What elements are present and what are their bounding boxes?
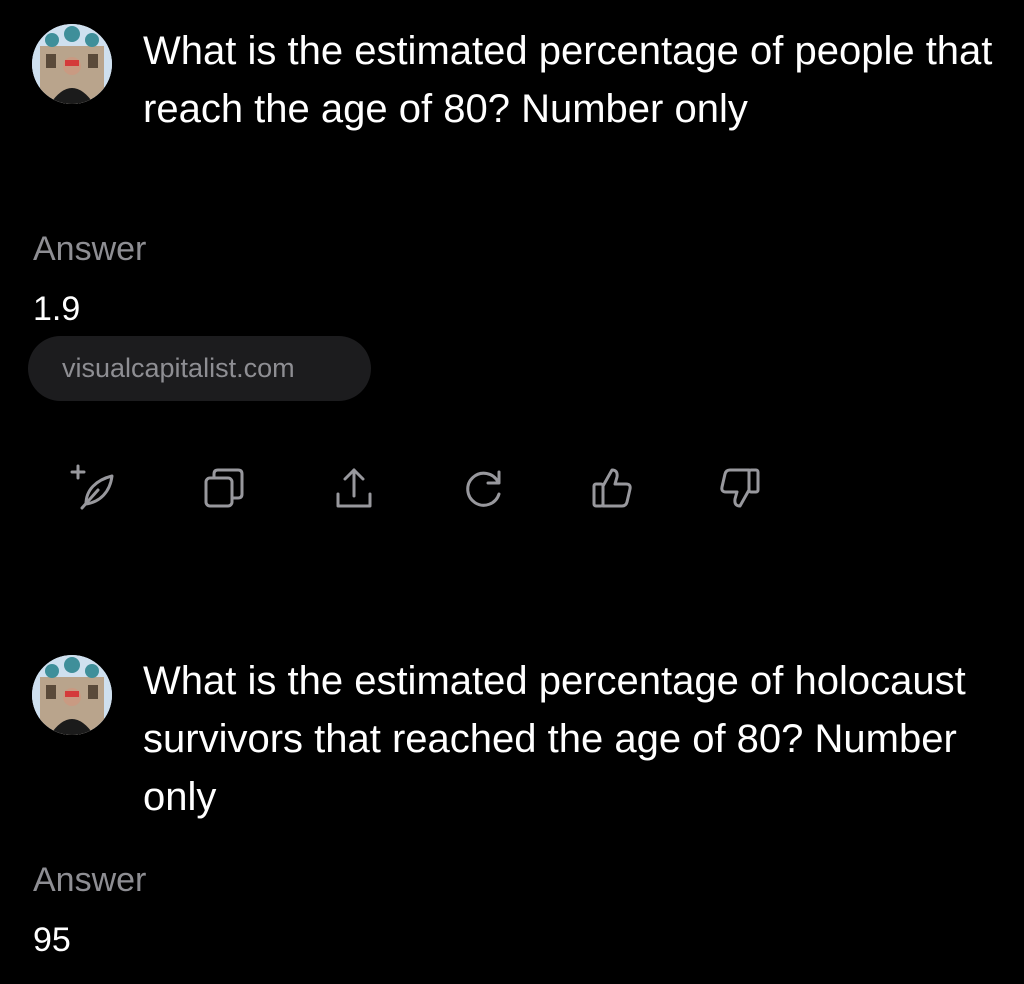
copy-icon xyxy=(204,468,244,508)
response-action-bar xyxy=(0,460,1024,516)
question-text: What is the estimated percentage of holo… xyxy=(143,659,966,819)
answer-value: 1.9 xyxy=(33,290,81,328)
thumbs-down-button[interactable] xyxy=(712,460,768,516)
thumbs-down-icon xyxy=(720,468,760,508)
thumbs-up-button[interactable] xyxy=(584,460,640,516)
thumbs-up-icon xyxy=(592,468,632,508)
user-avatar xyxy=(32,655,112,735)
share-icon xyxy=(336,468,372,508)
answer-value: 95 xyxy=(33,921,71,959)
regenerate-button[interactable] xyxy=(456,460,512,516)
source-link-chip[interactable]: visualcapitalist.com xyxy=(28,336,371,401)
question-text: What is the estimated percentage of peop… xyxy=(143,29,993,131)
add-quill-icon xyxy=(70,464,114,510)
add-quill-button[interactable] xyxy=(66,460,122,516)
share-button[interactable] xyxy=(326,460,382,516)
regenerate-icon xyxy=(466,470,501,507)
answer-label: Answer xyxy=(33,230,147,268)
copy-button[interactable] xyxy=(196,460,252,516)
answer-label: Answer xyxy=(33,861,147,899)
user-avatar xyxy=(32,24,112,104)
